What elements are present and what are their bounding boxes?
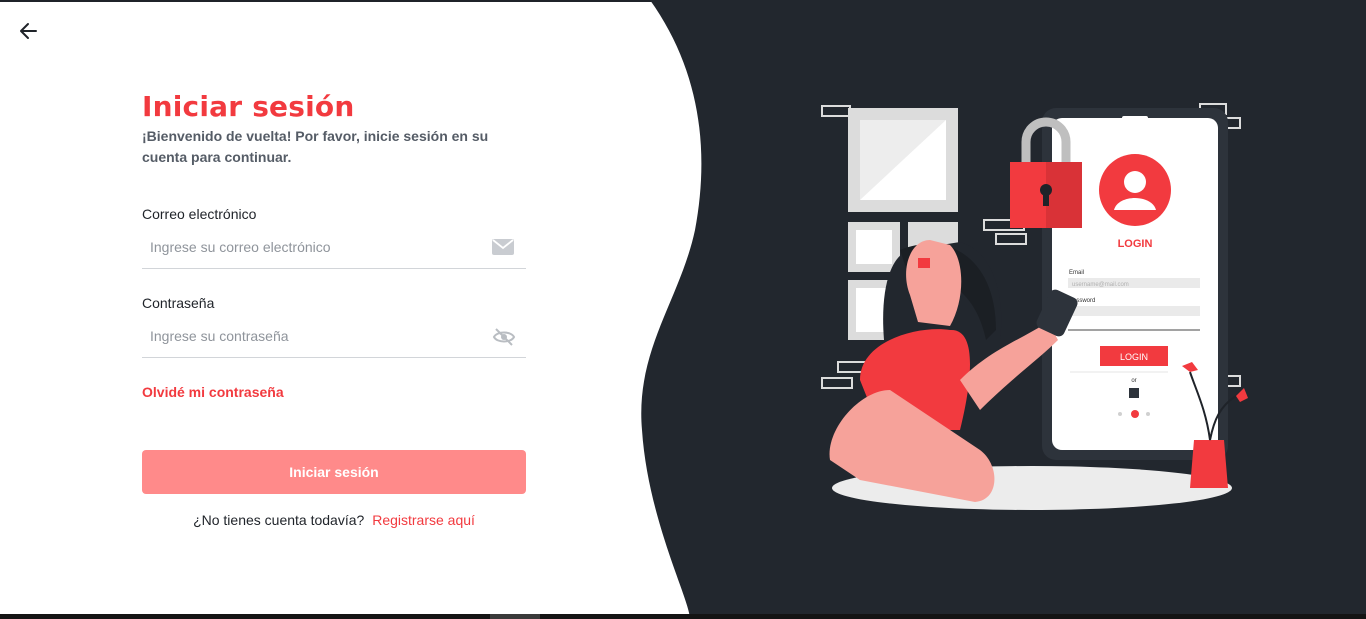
register-row: ¿No tienes cuenta todavía? Registrarse a…: [142, 512, 526, 528]
phone-or-label: or: [1131, 378, 1136, 384]
email-field-wrapper: [142, 228, 526, 269]
back-button[interactable]: [16, 18, 42, 44]
login-illustration: LOGIN Email username@mail.com Password L…: [821, 103, 1248, 510]
phone-login-heading: LOGIN: [1118, 238, 1153, 250]
phone-login-button: LOGIN: [1120, 352, 1148, 362]
password-label: Contraseña: [142, 295, 215, 311]
email-label: Correo electrónico: [142, 206, 257, 222]
phone-email-placeholder: username@mail.com: [1072, 282, 1129, 288]
bottom-scrollbar[interactable]: [0, 614, 1366, 619]
phone-email-label: Email: [1069, 270, 1084, 276]
eye-off-icon[interactable]: [492, 327, 516, 347]
forgot-password-link[interactable]: Olvidé mi contraseña: [142, 384, 284, 400]
login-submit-button[interactable]: Iniciar sesión: [142, 450, 526, 494]
login-form: Iniciar sesión ¡Bienvenido de vuelta! Po…: [142, 90, 526, 528]
register-prompt: ¿No tienes cuenta todavía?: [193, 512, 365, 528]
password-input[interactable]: [150, 324, 480, 348]
welcome-subtitle: ¡Bienvenido de vuelta! Por favor, inicie…: [142, 128, 489, 165]
scrollbar-thumb[interactable]: [490, 614, 540, 619]
page-title: Iniciar sesión: [142, 90, 355, 123]
register-link[interactable]: Registrarse aquí: [372, 512, 475, 528]
password-field-wrapper: [142, 317, 526, 358]
woman-figure: [829, 240, 1078, 502]
arrow-left-icon: [20, 23, 37, 39]
mail-icon: [492, 238, 514, 258]
email-input[interactable]: [150, 235, 480, 259]
